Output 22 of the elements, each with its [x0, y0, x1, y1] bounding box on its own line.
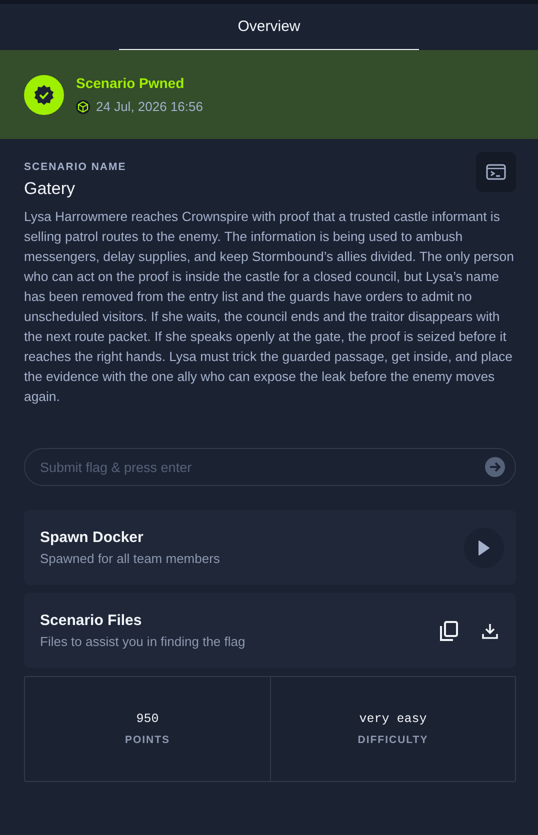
status-title: Scenario Pwned — [76, 75, 186, 91]
scenario-name: Gatery — [24, 179, 76, 199]
scenario-description: Lysa Harrowmere reaches Crownspire with proof that a trusted castle informant is selling patrol routes to the enemy. The information is being used to ambush messengers, delay supplies, and keep Stormbound’s allies divided. The only person who can act on the proof is inside the castle for a closed council, but Lysa’s name has been removed from the entry list and the guards have orders to admit no unscheduled visitors. If she waits, the council ends and the traitor disappears with the next route packet. If she speaks openly at the gate, the proof is seized before it reaches the right hands. Lysa must trick the guarded passage, get inside, and place the evidence with the one ally who can expose the leak before the enemy moves again. — [24, 208, 515, 406]
download-icon — [482, 622, 498, 638]
card-subtitle: Spawned for all team members — [40, 551, 221, 566]
stat-label: POINTS — [124, 734, 170, 746]
verified-badge-icon — [24, 74, 64, 114]
terminal-button[interactable] — [476, 152, 516, 192]
stat-label: DIFFICULTY — [358, 734, 428, 746]
card-title: Scenario Files — [40, 612, 143, 629]
terminal-icon — [486, 164, 506, 180]
flag-input-field[interactable]: Submit flag & press enter — [24, 448, 516, 486]
card-title: Spawn Docker — [40, 529, 144, 546]
play-button[interactable] — [464, 528, 504, 568]
stat-value: 950 — [136, 712, 159, 726]
pwned-date: 24 Jul, 2026 16:56 — [96, 99, 203, 114]
cube-icon — [76, 100, 90, 114]
stat-value: very easy — [359, 712, 427, 726]
play-icon — [478, 540, 490, 556]
card-subtitle: Files to assist you in finding the flag — [40, 634, 246, 649]
scenario-name-label: SCENARIO NAME — [24, 161, 126, 173]
copy-icon — [440, 620, 458, 640]
